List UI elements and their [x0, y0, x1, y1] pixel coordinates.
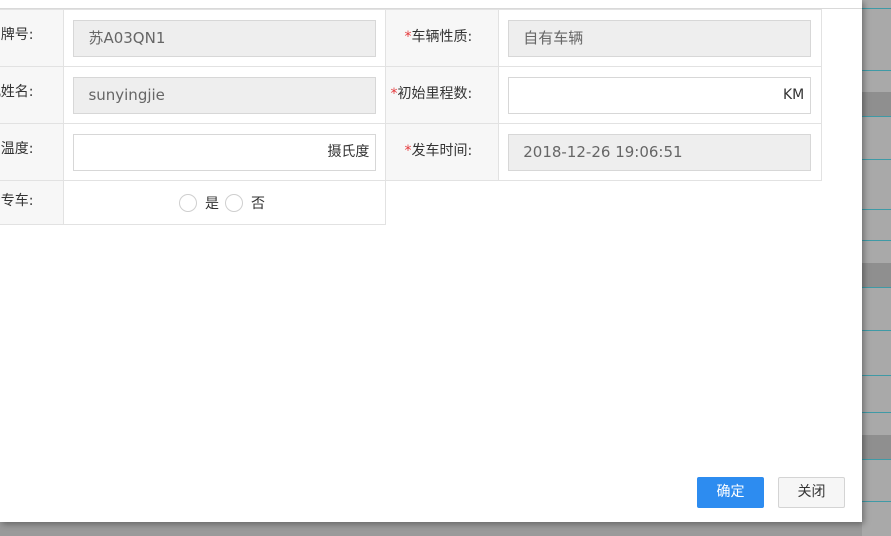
background-row [862, 159, 891, 210]
mileage-cell: KM [498, 66, 822, 124]
background-row [862, 70, 891, 117]
background-page [862, 0, 891, 536]
depart-cell: 2018-12-26 19:06:51 [498, 123, 822, 181]
mileage-input[interactable] [508, 76, 812, 114]
nature-field[interactable]: 自有车辆 [508, 19, 812, 57]
depart-time-field[interactable]: 2018-12-26 19:06:51 [508, 133, 812, 171]
temp-unit: 摄氏度 [327, 143, 370, 160]
confirm-button[interactable]: 确定 [697, 477, 764, 508]
dedicated-yes-label: 是 [204, 195, 219, 212]
driver-label: 司机姓名: [0, 66, 65, 124]
empty-cell [385, 180, 499, 225]
nature-label: *车辆性质: [385, 9, 500, 67]
vehicle-dispatch-dialog: 车牌号: 苏A03QN1 *车辆性质: 自有车辆 司机姓名: sunyingji… [0, 0, 862, 522]
background-row [862, 375, 891, 413]
depart-label: *发车时间: [385, 123, 500, 181]
nature-cell: 自有车辆 [498, 9, 822, 67]
temp-cell: 摄氏度 [63, 123, 387, 181]
background-row [862, 412, 891, 460]
background-row [862, 459, 891, 502]
background-row [862, 116, 891, 160]
background-row [862, 8, 891, 71]
background-row [862, 209, 891, 241]
plate-label: 车牌号: [0, 9, 65, 67]
plate-cell: 苏A03QN1 [63, 9, 387, 67]
background-row [862, 330, 891, 376]
driver-cell: sunyingjie [63, 66, 387, 124]
empty-cell [498, 180, 822, 225]
mileage-wrap: KM [508, 76, 812, 114]
close-button[interactable]: 关闭 [778, 477, 845, 508]
required-mark: * [404, 143, 412, 159]
mileage-unit: KM [782, 86, 805, 103]
dedicated-no-label: 否 [250, 195, 265, 212]
mileage-label: *初始里程数: [385, 66, 500, 124]
dedicated-cell: 是否 [63, 180, 387, 225]
dedicated-no-radio[interactable] [224, 193, 243, 212]
dedicated-yes-radio[interactable] [178, 193, 197, 212]
background-row [862, 287, 891, 331]
background-row [862, 240, 891, 288]
temp-label: 发车温度: [0, 123, 65, 181]
required-mark: * [390, 86, 398, 102]
plate-field[interactable]: 苏A03QN1 [73, 19, 377, 57]
required-mark: * [404, 29, 412, 45]
driver-field[interactable]: sunyingjie [73, 76, 377, 114]
dedicated-label: 是否专车: [0, 180, 65, 225]
temp-wrap: 摄氏度 [73, 133, 377, 171]
dispatch-form: 车牌号: 苏A03QN1 *车辆性质: 自有车辆 司机姓名: sunyingji… [0, 9, 822, 225]
